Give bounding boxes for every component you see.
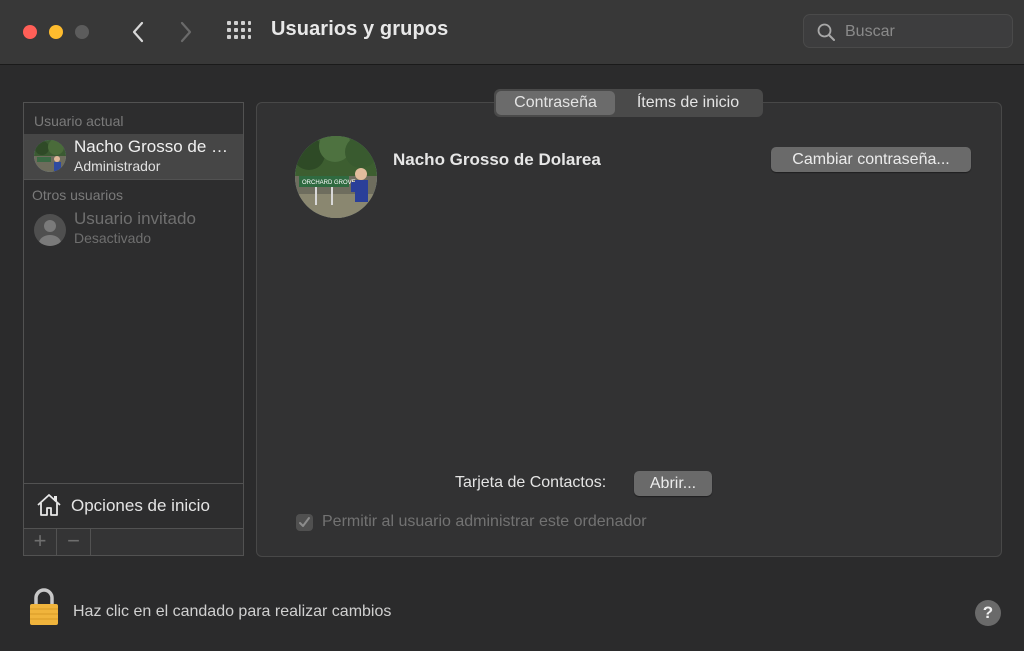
search-input[interactable] xyxy=(843,18,1007,46)
users-sidebar: Usuario actual Nacho Grosso de Dolarea A… xyxy=(23,102,244,529)
remove-user-button[interactable]: − xyxy=(57,529,91,555)
help-button[interactable]: ? xyxy=(975,600,1001,626)
title-bar: Usuarios y grupos xyxy=(0,0,1024,65)
chevron-left-icon xyxy=(132,21,144,43)
forward-button[interactable] xyxy=(174,17,198,47)
avatar xyxy=(34,140,66,172)
zoom-button[interactable] xyxy=(75,25,89,39)
preferences-window: Usuarios y grupos Usuario actual xyxy=(0,0,1024,651)
guest-user-name: Usuario invitado xyxy=(74,209,196,228)
main-user-name: Nacho Grosso de Dolarea xyxy=(393,150,601,169)
show-all-grid-icon[interactable] xyxy=(227,21,251,43)
search-icon xyxy=(817,23,835,41)
back-button[interactable] xyxy=(126,17,150,47)
allow-admin-checkbox[interactable] xyxy=(296,514,313,531)
guest-user-status: Desactivado xyxy=(74,230,152,246)
chevron-right-icon xyxy=(180,21,192,43)
user-avatar[interactable]: ORCHARD GROVE xyxy=(295,136,377,218)
sidebar-user-role: Administrador xyxy=(74,158,161,174)
contact-card-label: Tarjeta de Contactos: xyxy=(455,474,607,491)
guest-avatar-icon xyxy=(34,214,66,246)
open-contact-card-button[interactable]: Abrir... xyxy=(634,471,712,496)
add-user-button[interactable]: + xyxy=(24,529,57,555)
minimize-button[interactable] xyxy=(49,25,63,39)
lock-instructions: Haz clic en el candado para realizar cam… xyxy=(73,603,392,620)
lock-icon[interactable] xyxy=(28,588,60,626)
tab-login-items[interactable]: Ítems de inicio xyxy=(615,91,761,115)
svg-text:ORCHARD GROVE: ORCHARD GROVE xyxy=(302,180,356,186)
other-users-section-label: Otros usuarios xyxy=(32,187,124,203)
sidebar-user-name: Nacho Grosso de Dolarea xyxy=(74,137,239,156)
change-password-button[interactable]: Cambiar contraseña... xyxy=(771,147,971,172)
checkmark-icon xyxy=(299,517,310,527)
sidebar-separator xyxy=(24,179,243,180)
sidebar-item-current-user[interactable]: Nacho Grosso de Dolarea Administrador xyxy=(24,134,243,179)
search-field[interactable] xyxy=(803,14,1013,48)
close-button[interactable] xyxy=(23,25,37,39)
sidebar-item-guest-user[interactable]: Usuario invitado Desactivado xyxy=(24,206,243,251)
tab-password[interactable]: Contraseña xyxy=(496,91,615,115)
house-icon xyxy=(37,494,61,516)
tab-bar: Contraseña Ítems de inicio xyxy=(494,89,763,117)
window-title: Usuarios y grupos xyxy=(271,18,449,40)
add-remove-bar: + − xyxy=(23,529,244,556)
login-options-button[interactable]: Opciones de inicio xyxy=(24,483,243,528)
login-options-label: Opciones de inicio xyxy=(71,496,210,515)
current-user-section-label: Usuario actual xyxy=(34,113,124,129)
allow-admin-label: Permitir al usuario administrar este ord… xyxy=(322,513,647,530)
